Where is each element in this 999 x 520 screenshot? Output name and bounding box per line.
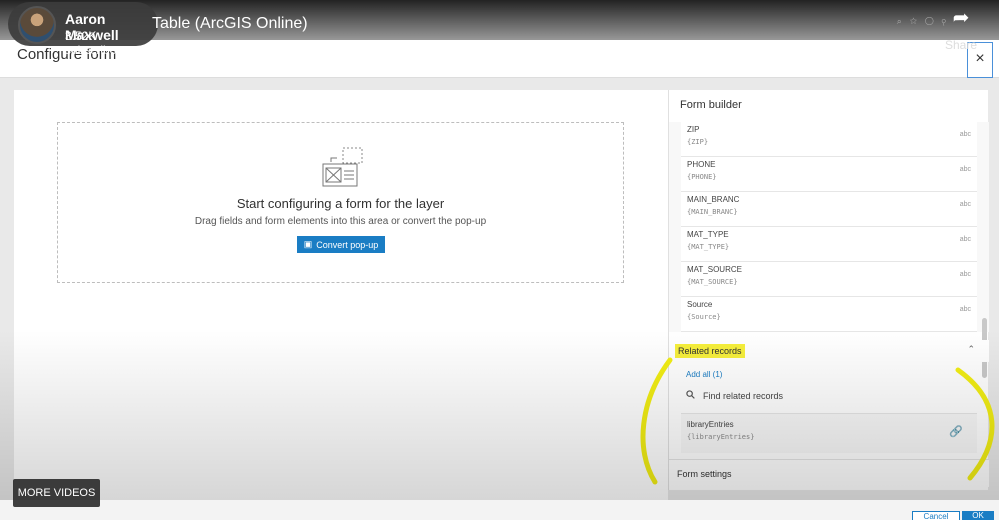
field-expression: {MAT_SOURCE}	[687, 278, 738, 286]
find-related-records-search[interactable]: Find related records	[686, 390, 783, 401]
convert-popup-label: Convert pop-up	[316, 239, 379, 250]
cancel-button[interactable]: Cancel	[912, 511, 960, 520]
related-record-expression: {libraryEntries}	[687, 433, 755, 441]
string-type-icon: abc	[959, 201, 971, 208]
field-name: PHONE	[687, 160, 716, 169]
video-title[interactable]: Table (ArcGIS Online)	[152, 15, 308, 33]
string-type-icon: abc	[959, 131, 971, 138]
link-icon: 🔗	[949, 426, 963, 438]
form-builder-panel: Form builder ZIP {ZIP} abc PHONE {PHONE}…	[668, 90, 989, 490]
form-builder-title: Form builder	[680, 99, 742, 111]
popup-icon: ▣	[303, 239, 313, 249]
chevron-down-icon[interactable]: ⌄	[967, 469, 975, 480]
form-dropzone[interactable]: Start configuring a form for the layer D…	[57, 122, 624, 283]
field-name: Source	[687, 300, 713, 309]
field-item[interactable]: MAT_TYPE {MAT_TYPE} abc	[681, 227, 977, 262]
field-expression: {MAIN_BRANC}	[687, 208, 738, 216]
field-expression: {Source}	[687, 313, 721, 321]
field-list: ZIP {ZIP} abc PHONE {PHONE} abc MAIN_BRA…	[669, 122, 989, 332]
related-record-item[interactable]: libraryEntries {libraryEntries} 🔗	[681, 413, 977, 453]
field-item[interactable]: MAT_SOURCE {MAT_SOURCE} abc	[681, 262, 977, 297]
form-settings-header[interactable]: Form settings ⌄	[669, 459, 989, 487]
ok-button[interactable]: OK	[962, 511, 994, 520]
form-layout-icon	[320, 146, 364, 195]
field-item[interactable]: PHONE {PHONE} abc	[681, 157, 977, 192]
string-type-icon: abc	[959, 306, 971, 313]
string-type-icon: abc	[959, 236, 971, 243]
dropzone-title: Start configuring a form for the layer	[236, 196, 445, 211]
field-name: MAT_TYPE	[687, 230, 729, 239]
more-videos-button[interactable]: MORE VIDEOS	[13, 479, 100, 507]
dialog-footer	[0, 500, 999, 520]
field-expression: {MAT_TYPE}	[687, 243, 730, 251]
avatar[interactable]	[18, 6, 56, 44]
channel-badge[interactable]: Aaron Maxwell 3.52K subscribers	[8, 2, 158, 57]
string-type-icon: abc	[959, 271, 971, 278]
related-records-label: Related records	[675, 344, 745, 358]
field-item[interactable]: Source {Source} abc	[681, 297, 977, 332]
find-related-records-placeholder: Find related records	[703, 390, 784, 401]
field-name: MAT_SOURCE	[687, 265, 742, 274]
form-settings-label: Form settings	[677, 469, 732, 479]
search-icon	[686, 390, 695, 401]
chevron-up-icon[interactable]: ⌃	[967, 344, 975, 355]
subscriber-count: 3.52K subscribers	[65, 29, 127, 57]
field-name: ZIP	[687, 125, 700, 134]
add-all-link[interactable]: Add all (1)	[686, 370, 722, 379]
field-expression: {PHONE}	[687, 173, 717, 181]
string-type-icon: abc	[959, 166, 971, 173]
share-button[interactable]: ➦ Share	[941, 8, 981, 52]
convert-popup-button[interactable]: ▣ Convert pop-up	[297, 236, 385, 253]
field-item[interactable]: MAIN_BRANC {MAIN_BRANC} abc	[681, 192, 977, 227]
field-name: MAIN_BRANC	[687, 195, 740, 204]
share-icon: ➦	[952, 7, 970, 29]
share-label: Share	[944, 38, 978, 52]
field-item[interactable]: ZIP {ZIP} abc	[681, 122, 977, 157]
field-expression: {ZIP}	[687, 138, 709, 146]
related-record-name: libraryEntries	[687, 420, 734, 429]
dropzone-subtitle: Drag fields and form elements into this …	[194, 216, 487, 227]
related-records-header[interactable]: Related records ⌃	[669, 340, 989, 362]
form-canvas: Start configuring a form for the layer D…	[14, 90, 668, 500]
